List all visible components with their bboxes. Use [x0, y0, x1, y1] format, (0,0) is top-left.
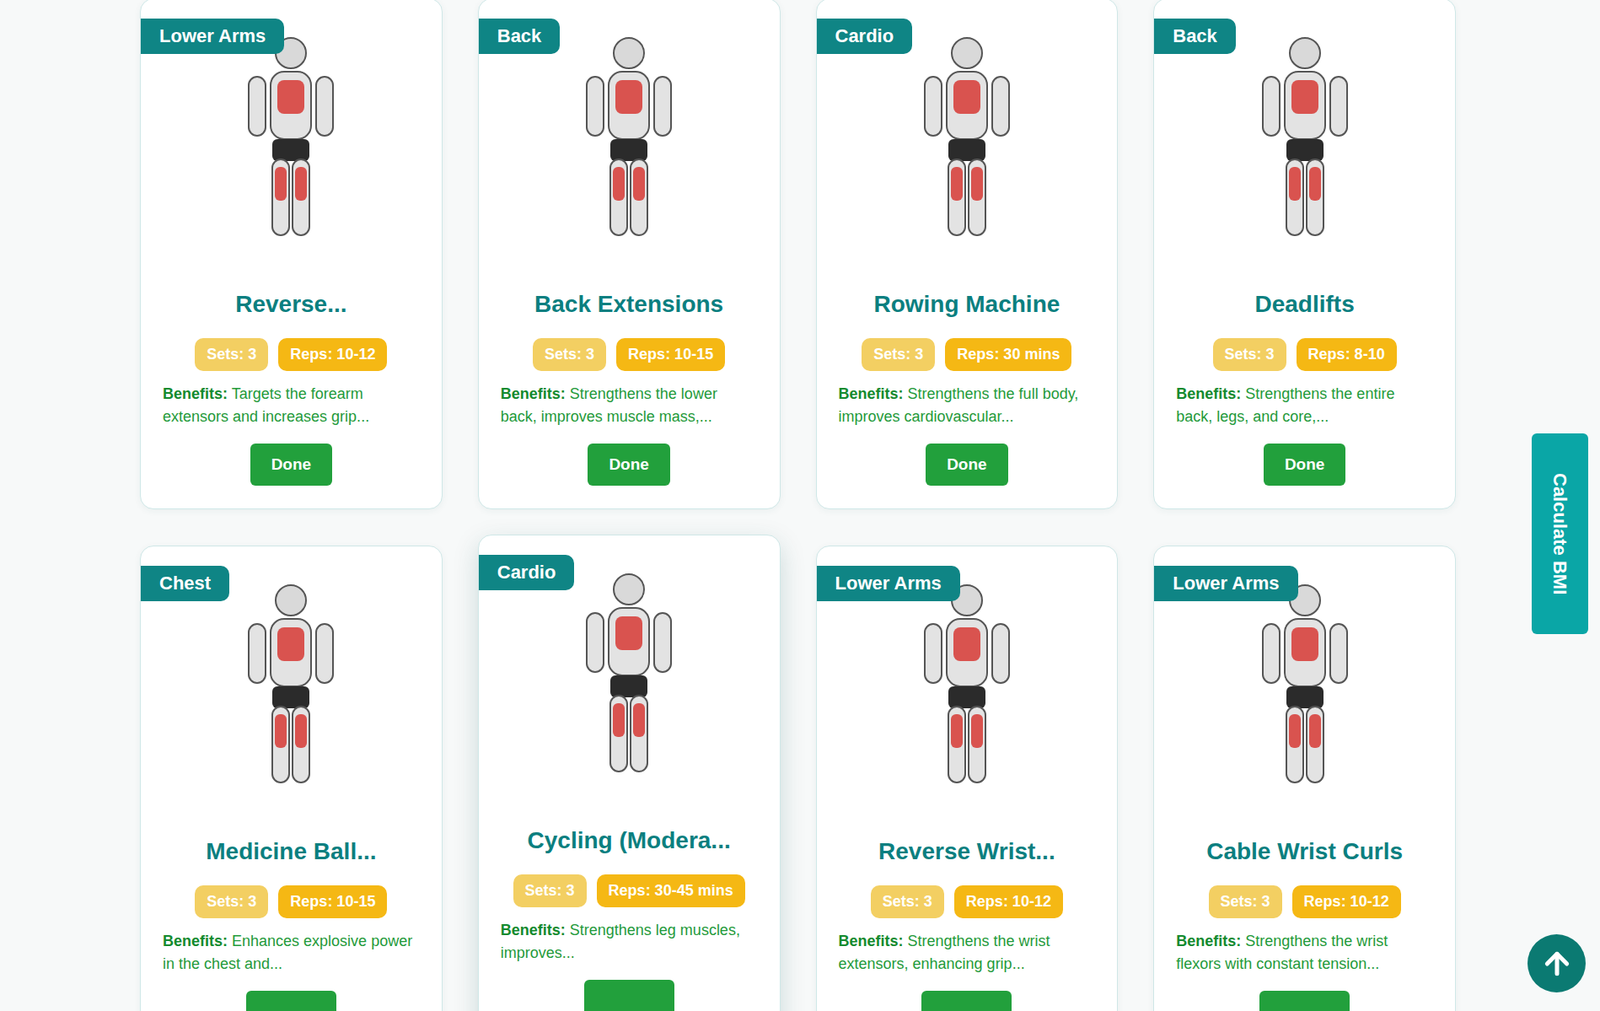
- benefits-text: Benefits: Strengthens the wrist flexors …: [1175, 929, 1434, 976]
- category-badge: Lower Arms: [140, 18, 285, 54]
- exercise-illustration: [214, 27, 367, 247]
- done-button[interactable]: [246, 990, 337, 1011]
- exercise-card[interactable]: Cardio Cycling (Modera... Sets: 3 Reps: 30-…: [477, 534, 781, 1011]
- done-button[interactable]: Done: [587, 443, 671, 486]
- exercise-illustration: [214, 574, 367, 795]
- benefits-label: Benefits:: [500, 921, 566, 939]
- category-badge: Cardio: [478, 554, 575, 591]
- benefits-text: Benefits: Strengthens the full body, imp…: [838, 382, 1096, 429]
- exercise-card[interactable]: Chest Medicine Ball... Sets: 3 Reps: 10-15 B…: [139, 545, 443, 1011]
- page: Lower Arms Reverse... Sets: 3 Reps: 10-12 Be…: [0, 0, 1600, 1011]
- exercise-illustration: [553, 27, 705, 247]
- reps-pill: Reps: 30 mins: [944, 338, 1072, 371]
- exercise-title: Reverse...: [162, 287, 420, 322]
- sets-pill: Sets: 3: [194, 885, 269, 919]
- stats-row: Sets: 3 Reps: 10-15: [162, 885, 420, 919]
- exercise-title: Medicine Ball...: [162, 834, 420, 869]
- done-button[interactable]: Done: [250, 443, 333, 486]
- stats-row: Sets: 3 Reps: 8-10: [1175, 338, 1434, 371]
- sets-pill: Sets: 3: [1213, 338, 1287, 371]
- benefits-text: Benefits: Strengthens the entire back, l…: [1175, 382, 1434, 429]
- stats-row: Sets: 3 Reps: 10-12: [1175, 885, 1434, 919]
- exercise-title: Back Extensions: [500, 287, 758, 322]
- benefits-label: Benefits:: [162, 932, 228, 950]
- category-badge: Back: [478, 18, 561, 54]
- stats-row: Sets: 3 Reps: 10-12: [838, 885, 1096, 919]
- exercise-title: Deadlifts: [1175, 287, 1434, 322]
- benefits-text: Benefits: Strengthens the wrist extensor…: [838, 929, 1096, 976]
- exercise-card[interactable]: Lower Arms Cable Wrist Curls Sets: 3 Reps: …: [1153, 545, 1456, 1011]
- category-badge: Back: [1154, 18, 1236, 54]
- exercise-illustration: [891, 27, 1043, 247]
- stats-row: Sets: 3 Reps: 10-15: [500, 338, 758, 371]
- reps-pill: Reps: 8-10: [1296, 338, 1397, 371]
- done-button[interactable]: [1259, 990, 1350, 1011]
- benefits-label: Benefits:: [838, 385, 904, 403]
- done-button[interactable]: Done: [1263, 443, 1347, 486]
- stats-row: Sets: 3 Reps: 10-12: [162, 338, 420, 371]
- benefits-label: Benefits:: [1175, 385, 1241, 403]
- sets-pill: Sets: 3: [532, 338, 607, 371]
- category-badge: Lower Arms: [1154, 565, 1298, 602]
- calculate-bmi-button[interactable]: Calculate BMI: [1531, 433, 1589, 634]
- exercise-title: Rowing Machine: [838, 287, 1096, 322]
- exercise-illustration: [1229, 574, 1381, 795]
- exercise-grid: Lower Arms Reverse... Sets: 3 Reps: 10-12 Be…: [139, 0, 1456, 1011]
- exercise-illustration: [891, 574, 1043, 795]
- exercise-card[interactable]: Lower Arms Reverse Wrist... Sets: 3 Reps: 1…: [816, 545, 1119, 1011]
- scroll-top-button[interactable]: [1527, 934, 1586, 993]
- reps-pill: Reps: 30-45 mins: [596, 874, 746, 908]
- benefits-text: Benefits: Strengthens the lower back, im…: [500, 382, 758, 429]
- reps-pill: Reps: 10-12: [1292, 885, 1402, 919]
- arrow-up-icon: [1540, 946, 1574, 981]
- exercise-title: Reverse Wrist...: [838, 834, 1096, 869]
- reps-pill: Reps: 10-15: [278, 885, 387, 919]
- stats-row: Sets: 3 Reps: 30 mins: [838, 338, 1096, 371]
- sets-pill: Sets: 3: [870, 885, 945, 919]
- exercise-card[interactable]: Back Back Extensions Sets: 3 Reps: 10-15 Ben…: [477, 0, 781, 510]
- benefits-label: Benefits:: [838, 932, 904, 950]
- stats-row: Sets: 3 Reps: 30-45 mins: [500, 874, 758, 908]
- category-badge: Chest: [140, 565, 230, 602]
- benefits-text: Benefits: Strengthens leg muscles, impro…: [500, 918, 758, 965]
- done-button[interactable]: Done: [925, 443, 1009, 486]
- sets-pill: Sets: 3: [1208, 885, 1283, 919]
- exercise-illustration: [1229, 27, 1381, 247]
- exercise-illustration: [553, 563, 705, 784]
- exercise-card[interactable]: Lower Arms Reverse... Sets: 3 Reps: 10-12 Be…: [139, 0, 443, 510]
- sets-pill: Sets: 3: [194, 338, 269, 371]
- category-badge: Lower Arms: [816, 565, 961, 602]
- reps-pill: Reps: 10-12: [954, 885, 1064, 919]
- exercise-title: Cycling (Modera...: [500, 823, 758, 858]
- sets-pill: Sets: 3: [513, 874, 587, 908]
- reps-pill: Reps: 10-15: [616, 338, 725, 371]
- done-button[interactable]: [921, 990, 1012, 1011]
- benefits-label: Benefits:: [500, 385, 566, 403]
- benefits-text: Benefits: Enhances explosive power in th…: [162, 929, 420, 976]
- reps-pill: Reps: 10-12: [278, 338, 387, 371]
- exercise-card[interactable]: Cardio Rowing Machine Sets: 3 Reps: 30 mins…: [816, 0, 1119, 510]
- sets-pill: Sets: 3: [861, 338, 935, 371]
- exercise-title: Cable Wrist Curls: [1175, 834, 1434, 869]
- done-button[interactable]: [584, 979, 675, 1011]
- benefits-text: Benefits: Targets the forearm extensors …: [162, 382, 420, 429]
- benefits-label: Benefits:: [162, 385, 228, 403]
- category-badge: Cardio: [816, 18, 913, 54]
- benefits-label: Benefits:: [1175, 932, 1241, 950]
- exercise-card[interactable]: Back Deadlifts Sets: 3 Reps: 8-10 Benefits: …: [1153, 0, 1456, 510]
